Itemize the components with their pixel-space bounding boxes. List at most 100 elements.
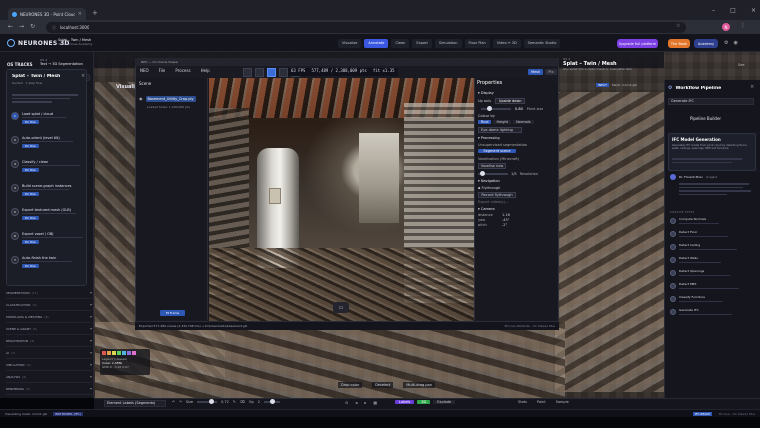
chevron-down-icon[interactable]: ▾ xyxy=(90,326,92,331)
stats-button[interactable]: Stats xyxy=(518,400,527,404)
browser-tab[interactable]: NEURONES 3D - Point Cloud T × xyxy=(8,8,86,20)
nav-item-video-3d[interactable]: Video ↔ 3D xyxy=(492,39,521,48)
chevron-down-icon[interactable]: ▾ xyxy=(90,290,92,295)
colorby-rcol[interactable]: Rcol xyxy=(478,120,492,124)
workflow-step[interactable]: Classify Furniture xyxy=(670,295,756,308)
workflow-step[interactable]: Generate IFC xyxy=(670,308,756,321)
new-tab-icon[interactable]: + xyxy=(92,9,98,17)
tab-mesh[interactable]: Mesh xyxy=(528,69,544,75)
scan-viewport[interactable]: ▭ xyxy=(209,78,474,321)
slider-thumb[interactable] xyxy=(269,399,275,404)
voxelise-button[interactable]: Voxelise now xyxy=(478,163,506,169)
section-registration[interactable]: REGISTRATION (4) ▾ xyxy=(6,335,92,347)
bookmark-star-icon[interactable]: ☆ xyxy=(676,23,680,29)
viewport-control-drop-color[interactable]: Drop color xyxy=(338,382,363,388)
sample-button[interactable]: Sample xyxy=(556,400,569,404)
back-icon[interactable]: ← xyxy=(8,23,13,30)
section-rendering[interactable]: RENDERING (5) ▾ xyxy=(6,383,92,395)
workflow-step[interactable]: Detect Walls xyxy=(670,256,756,269)
segment-button[interactable]: Segment scene xyxy=(478,149,516,153)
workflow-step[interactable]: Detect Floor xyxy=(670,230,756,243)
export-video-button[interactable]: Export video(s)… xyxy=(478,200,556,204)
guide-step-button[interactable]: Do this xyxy=(22,120,39,125)
cc-menu-process[interactable]: Process xyxy=(175,68,190,76)
undo-icon[interactable]: ↶ xyxy=(172,400,175,404)
next-icon[interactable]: ▸ xyxy=(364,400,366,405)
section-segmentation[interactable]: SEGMENTATION (11) ▾ xyxy=(6,287,92,299)
account-icon[interactable]: ◉ xyxy=(733,40,737,46)
chevron-down-icon[interactable]: ▾ xyxy=(90,374,92,379)
resolution-slider[interactable] xyxy=(478,171,508,176)
prev-icon[interactable]: ◂ xyxy=(355,400,357,405)
labels-button[interactable]: Labels xyxy=(395,400,415,404)
maximize-icon[interactable]: □ xyxy=(730,7,736,16)
viewport-control-multi-drag-pan[interactable]: Multi-drag pan xyxy=(403,382,435,388)
pan-icon[interactable] xyxy=(255,68,264,77)
section-analysis[interactable]: ANALYSIS (6) ▾ xyxy=(6,371,92,383)
nav-item-annotate[interactable]: Annotate xyxy=(364,39,389,48)
size-slider[interactable] xyxy=(197,399,218,404)
explode-button[interactable]: Explode xyxy=(433,400,456,404)
nav-item-simulation[interactable]: Simulation xyxy=(434,39,462,48)
op-slider[interactable] xyxy=(263,399,280,404)
section-ai[interactable]: AI (7) ▾ xyxy=(6,347,92,359)
paint-button[interactable]: Paint xyxy=(537,400,546,404)
cc-menu-file[interactable]: File xyxy=(159,68,166,76)
erase-icon[interactable]: ⌫ xyxy=(240,400,245,404)
reload-icon[interactable]: ↻ xyxy=(30,23,35,30)
nav-item-visualize[interactable]: Visualize xyxy=(338,39,362,48)
guide-step-button[interactable]: Do this xyxy=(22,264,39,269)
profile-avatar[interactable]: N xyxy=(722,23,730,31)
see-button[interactable]: See xyxy=(738,63,745,67)
section-simulation[interactable]: SIMULATION (9) ▾ xyxy=(6,359,92,371)
nav-item-floor-plan[interactable]: Floor Plan xyxy=(464,39,490,48)
rotate-icon[interactable] xyxy=(243,68,252,77)
site-info-icon[interactable]: ⓘ xyxy=(52,25,56,31)
workflow-select[interactable]: Generate IFC xyxy=(668,98,754,105)
workflow-close-icon[interactable]: × xyxy=(750,84,754,90)
view-3d-button[interactable]: 3D xyxy=(417,400,431,404)
academy-button[interactable]: Academy xyxy=(694,39,718,48)
section-modelling-meshing[interactable]: MODELLING & MESHING (8) ▾ xyxy=(6,311,92,323)
chevron-down-icon[interactable]: ▾ xyxy=(90,350,92,355)
viewport-control-deselect[interactable]: Deselect xyxy=(372,382,394,388)
upgrade-button[interactable]: Upgrade full platform xyxy=(617,39,658,48)
browser-menu-icon[interactable]: ⋮ xyxy=(740,22,746,29)
chevron-down-icon[interactable]: ▾ xyxy=(90,302,92,307)
guide-step-button[interactable]: Do this xyxy=(22,240,39,245)
lighting-toggle[interactable]: Eye-dome lighting xyxy=(478,127,522,133)
chevron-down-icon[interactable]: ▾ xyxy=(90,338,92,343)
flythrough-toggle[interactable]: ▪ Flythrough xyxy=(478,186,556,190)
chevron-down-icon[interactable]: ▾ xyxy=(90,386,92,391)
nav-item-clean[interactable]: Clean xyxy=(391,39,410,48)
scan-capture-button[interactable]: ▭ xyxy=(333,302,349,313)
workflow-step[interactable]: Detect Openings xyxy=(670,269,756,282)
slider-thumb[interactable] xyxy=(480,171,485,176)
guide-step-button[interactable]: Do this xyxy=(22,192,39,197)
fit-frame-button[interactable]: Fit Frame xyxy=(160,310,185,316)
point-size-slider[interactable] xyxy=(481,106,511,111)
view-icon[interactable] xyxy=(267,68,276,77)
target-icon[interactable]: ⊙ xyxy=(345,400,348,405)
segment-select[interactable]: Element Labels (Segments) xyxy=(104,400,166,407)
guide-step-button[interactable]: Do this xyxy=(22,144,39,149)
workflow-step[interactable]: Detect MEP xyxy=(670,282,756,295)
section-scene-graph[interactable]: SCENE & GRAPH (5) ▾ xyxy=(6,323,92,335)
visibility-icon[interactable]: ◉ xyxy=(139,96,143,101)
slider-thumb[interactable] xyxy=(487,106,492,111)
section-classification[interactable]: CLASSIFICATION (9) ▾ xyxy=(6,299,92,311)
colorby-height[interactable]: Height xyxy=(493,120,512,124)
workflow-step[interactable]: Detect Ceiling xyxy=(670,243,756,256)
book-button[interactable]: The Book xyxy=(668,39,690,48)
redo-icon[interactable]: ↷ xyxy=(179,400,182,404)
forward-icon[interactable]: → xyxy=(19,23,24,30)
slider-thumb[interactable] xyxy=(209,399,215,404)
tab-pts[interactable]: Pts xyxy=(545,69,557,75)
close-window-icon[interactable]: × xyxy=(751,7,756,16)
grid-icon[interactable]: ▦ xyxy=(373,400,377,405)
workflow-step[interactable]: Compute Normals xyxy=(670,217,756,230)
address-bar[interactable]: ⓘ localhost:3000 xyxy=(46,22,686,33)
brush-icon[interactable]: ✎ xyxy=(233,400,236,404)
up-axis-select[interactable]: Upside down xyxy=(494,98,526,104)
nav-item-semantic-studio[interactable]: Semantic Studio xyxy=(523,39,561,48)
